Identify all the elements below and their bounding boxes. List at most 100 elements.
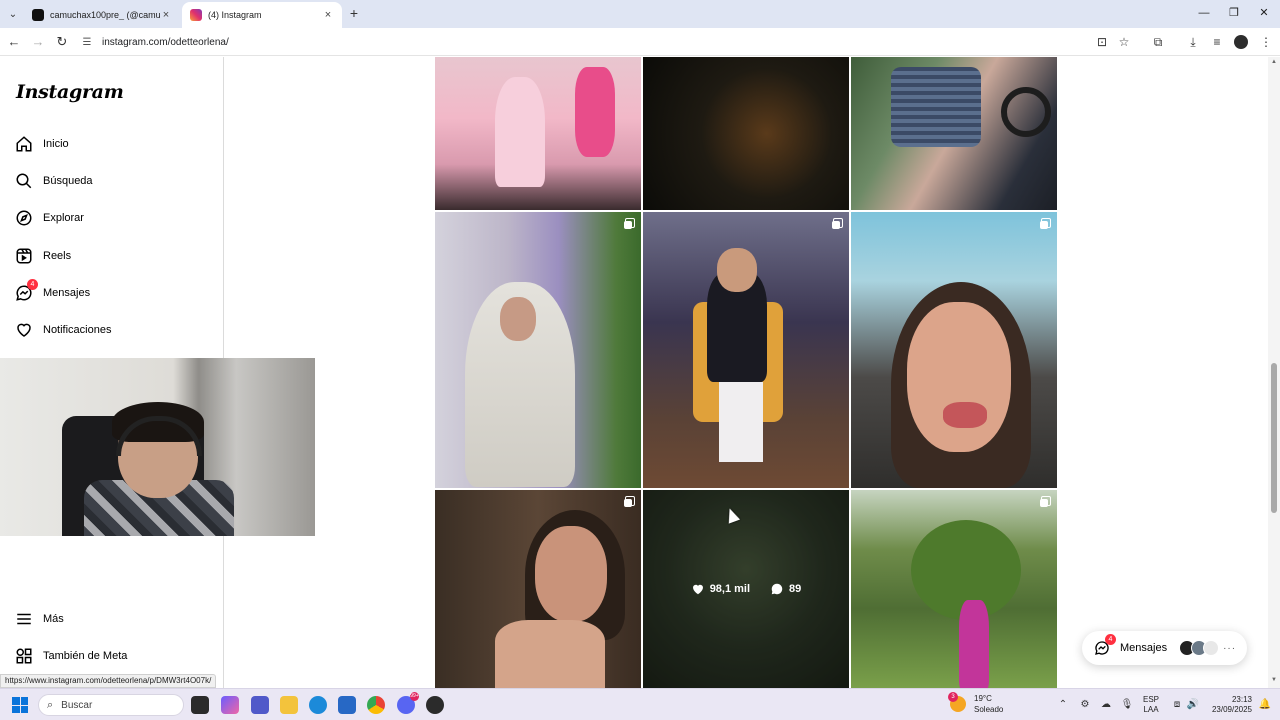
instagram-logo[interactable]: Instagram [16, 81, 124, 103]
sidebar-item-tambien-de-meta[interactable]: También de Meta [14, 644, 127, 668]
close-tab-icon[interactable]: × [160, 9, 172, 21]
notifications-bell-icon[interactable]: 🔔 [1258, 698, 1272, 712]
compass-icon [14, 208, 34, 228]
tray-app-icon[interactable]: ⚙ [1078, 698, 1092, 712]
sidebar-item-mensajes[interactable]: 4 Mensajes [14, 279, 91, 305]
discord-icon[interactable]: 99+ [397, 692, 419, 714]
sidebar-item-notificaciones[interactable]: Notificaciones [14, 318, 111, 342]
post-figure [719, 382, 763, 462]
heart-filled-icon [692, 584, 703, 595]
sidebar-item-label: Reels [43, 250, 72, 262]
post-thumbnail[interactable] [643, 57, 849, 210]
post-thumbnail[interactable] [851, 490, 1057, 688]
scroll-down-arrow-icon[interactable]: ▼ [1270, 677, 1278, 683]
network-icon[interactable]: ⧈ [1170, 698, 1184, 712]
weather-badge: 3 [948, 692, 958, 702]
post-thumbnail[interactable] [435, 490, 641, 688]
close-window-icon[interactable]: ✕ [1248, 4, 1280, 22]
weather-text: 19°C Soleado [974, 693, 1003, 715]
messages-floating-button[interactable]: 4 Mensajes ··· [1082, 631, 1247, 665]
post-thumbnail[interactable] [435, 212, 641, 488]
edge-icon[interactable] [309, 696, 327, 714]
carousel-icon [1040, 218, 1051, 229]
post-thumbnail[interactable] [851, 212, 1057, 488]
clock-time: 23:13 [1231, 695, 1252, 704]
scrollbar-thumb[interactable] [1271, 363, 1277, 513]
tab-title: (4) Instagram [208, 10, 262, 20]
taskbar-search[interactable]: ⌕ Buscar [38, 694, 184, 716]
avatar [1203, 640, 1220, 656]
carousel-icon [832, 218, 843, 229]
tray-chevron-up-icon[interactable]: ⌃ [1056, 698, 1070, 712]
microphone-icon[interactable]: 🎙 [1120, 698, 1134, 712]
menu-icon [14, 609, 34, 629]
messenger-icon: 4 [1092, 634, 1116, 658]
sun-icon: 3 [948, 692, 966, 712]
heart-icon [14, 320, 34, 340]
obs-icon[interactable] [426, 696, 444, 714]
forward-arrow-icon[interactable]: → [30, 34, 46, 50]
post-thumbnail[interactable] [851, 57, 1057, 210]
taskbar-search-label: Buscar [61, 699, 93, 711]
post-thumbnail[interactable] [643, 212, 849, 488]
post-thumbnail-hovered[interactable]: 98,1 mil 89 [643, 490, 849, 688]
post-figure [717, 248, 757, 292]
lang-line2: LAA [1143, 705, 1159, 714]
link-status-bar: https://www.instagram.com/odetteorlena/p… [0, 674, 217, 688]
reload-icon[interactable]: ↻ [54, 34, 70, 50]
page-scrollbar[interactable]: ▲ ▼ [1268, 57, 1280, 688]
sidebar-item-inicio[interactable]: Inicio [14, 132, 69, 156]
reels-icon [14, 246, 34, 266]
minimize-icon[interactable]: — [1188, 4, 1220, 22]
browser-tab-instagram[interactable]: (4) Instagram × [182, 2, 342, 28]
teams-icon[interactable] [251, 696, 269, 714]
comments-count: 89 [789, 583, 802, 595]
back-arrow-icon[interactable]: ← [6, 34, 22, 50]
language-indicator[interactable]: ESP LAA [1143, 695, 1159, 715]
chrome-icon[interactable] [367, 696, 385, 714]
store-icon[interactable] [338, 696, 356, 714]
weather-widget[interactable]: 3 19°C Soleado [948, 692, 1003, 715]
post-thumbnail[interactable] [435, 57, 641, 210]
messages-label: Mensajes [1120, 642, 1168, 654]
post-figure [495, 77, 545, 187]
address-bar[interactable]: ☰ instagram.com/odetteorlena/ [80, 31, 1080, 53]
file-explorer-icon[interactable] [280, 696, 298, 714]
new-tab-button[interactable]: + [346, 5, 362, 21]
sidebar-item-reels[interactable]: Reels [14, 244, 71, 268]
copilot-icon[interactable] [221, 696, 239, 714]
weather-temp: 19°C [974, 694, 992, 703]
browser-tab-profile[interactable]: camuchax100pre_ (@camucha... × [24, 2, 180, 28]
task-view-icon[interactable] [191, 696, 209, 714]
address-url: instagram.com/odetteorlena/ [102, 36, 229, 48]
carousel-icon [624, 218, 635, 229]
post-figure [500, 297, 536, 341]
sidebar-item-busqueda[interactable]: Búsqueda [14, 169, 93, 193]
install-app-icon[interactable]: ⊡ [1094, 34, 1110, 50]
taskbar-clock[interactable]: 23:13 23/09/2025 [1206, 695, 1252, 715]
windows-start-icon[interactable] [12, 697, 28, 713]
post-figure [535, 526, 607, 622]
webcam-overlay [0, 358, 315, 536]
profile-avatar[interactable] [1233, 34, 1249, 50]
restore-icon[interactable]: ❐ [1218, 4, 1250, 22]
onedrive-icon[interactable]: ☁ [1099, 698, 1113, 712]
tab-search-chevron-icon[interactable]: ⌄ [4, 5, 22, 23]
sidebar-item-mas[interactable]: Más [14, 607, 64, 631]
browser-menu-icon[interactable]: ⋮ [1258, 34, 1274, 50]
sidebar-item-explorar[interactable]: Explorar [14, 206, 84, 230]
volume-icon[interactable]: 🔊 [1186, 698, 1200, 712]
extensions-icon[interactable]: ⧉ [1150, 34, 1166, 50]
search-icon: ⌕ [47, 698, 54, 711]
tab-title: camuchax100pre_ (@camucha... [50, 10, 160, 20]
steering-wheel-shape [1001, 87, 1051, 137]
media-controls-icon[interactable]: ≡ [1209, 34, 1225, 50]
bookmark-star-icon[interactable]: ☆ [1116, 34, 1132, 50]
scroll-up-arrow-icon[interactable]: ▲ [1270, 59, 1278, 65]
messenger-icon: 4 [14, 279, 38, 303]
sidebar-item-label: Mensajes [43, 287, 91, 299]
downloads-icon[interactable]: ⤓ [1185, 34, 1201, 50]
meta-apps-icon [14, 646, 34, 666]
site-info-icon[interactable]: ☰ [80, 37, 94, 48]
close-tab-icon[interactable]: × [322, 9, 334, 21]
